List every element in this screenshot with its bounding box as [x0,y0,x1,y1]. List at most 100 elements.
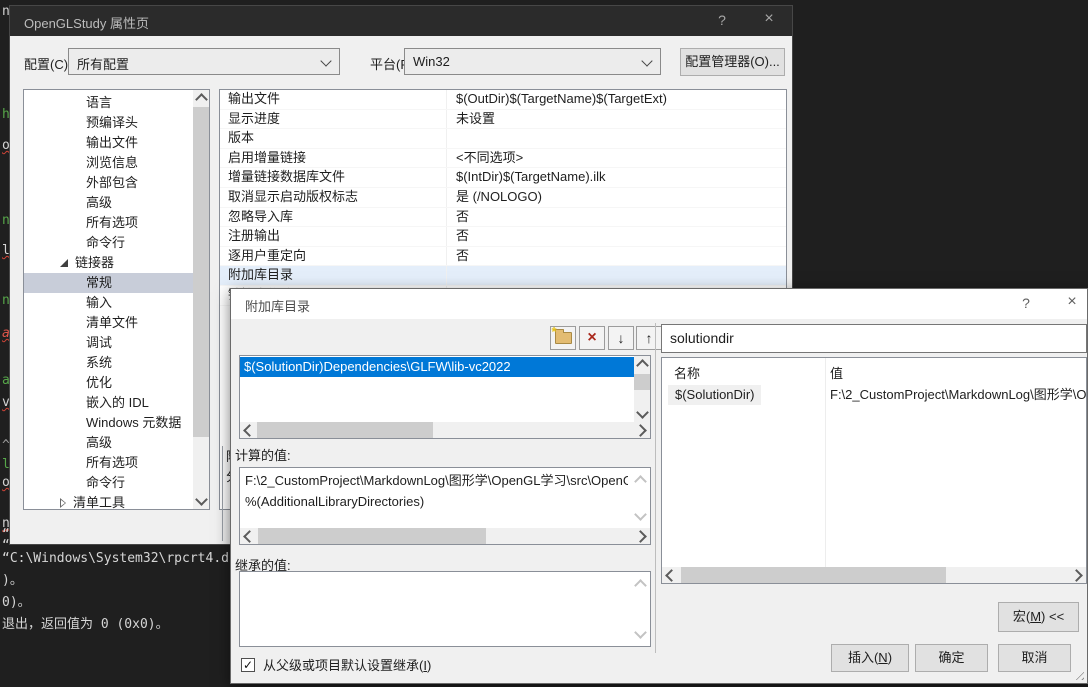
macro-table[interactable]: 名称 值 $(SolutionDir) F:\2_CustomProject\M… [661,357,1087,584]
property-row-9[interactable]: 附加库目录 [220,266,786,286]
property-row-7[interactable]: 注册输出否 [220,227,786,247]
directories-list[interactable]: $(SolutionDir)Dependencies\GLFW\lib-vc20… [239,355,651,439]
macros-toggle-button[interactable]: 宏(M) << [998,602,1079,632]
property-value: 否 [446,227,786,246]
list-hscrollbar[interactable] [240,422,650,438]
scroll-up-icon[interactable] [193,90,209,106]
resize-grip[interactable] [1072,668,1084,680]
cancel-button[interactable]: 取消 [998,644,1071,672]
move-down-button[interactable]: ↓ [608,326,634,350]
dialog-titlebar[interactable]: OpenGLStudy 属性页 ? × [10,6,792,36]
close-icon[interactable]: × [757,10,781,28]
help-icon[interactable]: ? [1014,295,1038,311]
macro-filter-input[interactable]: solutiondir [661,324,1087,353]
tree-item-16[interactable]: Windows 元数据 [24,413,193,433]
tree-item-8[interactable]: 链接器 [24,253,193,273]
scrollbar-thumb[interactable] [257,422,433,438]
tree-item-label: 语言 [86,93,112,113]
help-icon[interactable]: ? [710,12,734,28]
tree-item-4[interactable]: 外部包含 [24,173,193,193]
close-icon[interactable]: × [1060,293,1084,311]
scroll-left-icon[interactable] [662,567,678,583]
evaluated-value-box[interactable]: F:\2_CustomProject\MarkdownLog\图形学\OpenG… [239,467,651,545]
insert-button[interactable]: 插入(N) [831,644,909,672]
property-row-2[interactable]: 版本 [220,129,786,149]
property-row-8[interactable]: 逐用户重定向否 [220,247,786,267]
tree-item-14[interactable]: 优化 [24,373,193,393]
scrollbar-thumb[interactable] [258,528,486,544]
tree-item-15[interactable]: 嵌入的 IDL [24,393,193,413]
tree-item-0[interactable]: 语言 [24,93,193,113]
dialog-titlebar[interactable]: 附加库目录 ? × [231,289,1087,319]
tree-item-18[interactable]: 所有选项 [24,453,193,473]
tree-item-10[interactable]: 输入 [24,293,193,313]
scroll-up-icon[interactable] [634,356,650,372]
tree-item-1[interactable]: 预编译头 [24,113,193,133]
scroll-left-icon[interactable] [240,422,256,438]
move-up-button[interactable]: ↑ [636,326,662,350]
scroll-left-icon[interactable] [240,528,256,544]
macro-table-header: 名称 值 [662,358,1086,384]
tree-item-3[interactable]: 浏览信息 [24,153,193,173]
macro-table-row[interactable]: $(SolutionDir) F:\2_CustomProject\Markdo… [662,385,1086,407]
property-row-4[interactable]: 增量链接数据库文件$(IntDir)$(TargetName).ilk [220,168,786,188]
tree-item-17[interactable]: 高级 [24,433,193,453]
evaluated-hscrollbar[interactable] [240,528,650,544]
scroll-right-icon[interactable] [634,528,650,544]
configuration-manager-button[interactable]: 配置管理器(O)... [680,48,785,76]
arrow-up-icon: ↑ [646,331,653,345]
inherit-checkbox-row[interactable]: ✓ 从父级或项目默认设置继承(I) [241,655,431,674]
macro-table-hscrollbar[interactable] [662,567,1086,583]
configuration-select[interactable]: 所有配置 [68,48,340,75]
expanded-arrow-icon[interactable] [60,259,68,267]
new-line-button[interactable]: * [550,326,576,350]
inherited-values-box[interactable] [239,571,651,647]
scroll-down-icon[interactable] [632,508,648,524]
scroll-down-icon[interactable] [634,406,650,422]
scroll-up-icon[interactable] [632,576,648,592]
collapsed-arrow-icon[interactable] [60,498,66,508]
chevron-down-icon [641,55,652,66]
property-row-0[interactable]: 输出文件$(OutDir)$(TargetName)$(TargetExt) [220,90,786,110]
tree-item-20[interactable]: 清单工具 [24,493,193,510]
property-name: 注册输出 [220,227,446,246]
property-row-6[interactable]: 忽略导入库否 [220,208,786,228]
tree-item-6[interactable]: 所有选项 [24,213,193,233]
property-value [446,266,786,285]
scrollbar-thumb[interactable] [193,107,209,437]
platform-value: Win32 [413,54,450,69]
tree-item-label: 调试 [86,333,112,353]
property-value: $(IntDir)$(TargetName).ilk [446,168,786,187]
scroll-down-icon[interactable] [193,493,209,509]
tree-item-5[interactable]: 高级 [24,193,193,213]
tree-item-12[interactable]: 调试 [24,333,193,353]
tree-scrollbar[interactable] [193,90,209,509]
list-item[interactable]: $(SolutionDir)Dependencies\GLFW\lib-vc20… [240,357,634,377]
platform-select[interactable]: Win32 [404,48,661,75]
property-value: 否 [446,208,786,227]
tree-item-9[interactable]: 常规 [24,273,193,293]
scrollbar-thumb[interactable] [681,567,946,583]
ok-button[interactable]: 确定 [915,644,988,672]
scroll-right-icon[interactable] [1070,567,1086,583]
inherit-checkbox-label: 从父级或项目默认设置继承(I) [263,655,431,674]
property-row-1[interactable]: 显示进度未设置 [220,110,786,130]
configuration-label: 配置(C): [24,54,72,73]
macro-name: $(SolutionDir) [668,385,761,405]
scroll-up-icon[interactable] [632,472,648,488]
property-row-3[interactable]: 启用增量链接<不同选项> [220,149,786,169]
delete-line-button[interactable]: × [579,326,605,350]
list-vscrollbar[interactable] [634,356,650,422]
tree-item-label: 命令行 [86,473,125,493]
tree-item-label: 清单文件 [86,313,138,333]
tree-item-13[interactable]: 系统 [24,353,193,373]
scroll-right-icon[interactable] [634,422,650,438]
tree-item-7[interactable]: 命令行 [24,233,193,253]
scroll-down-icon[interactable] [632,626,648,642]
scrollbar-thumb[interactable] [634,374,650,390]
tree-item-2[interactable]: 输出文件 [24,133,193,153]
tree-item-19[interactable]: 命令行 [24,473,193,493]
checkbox-checked-icon[interactable]: ✓ [241,658,255,672]
tree-item-11[interactable]: 清单文件 [24,313,193,333]
property-row-5[interactable]: 取消显示启动版权标志是 (/NOLOGO) [220,188,786,208]
